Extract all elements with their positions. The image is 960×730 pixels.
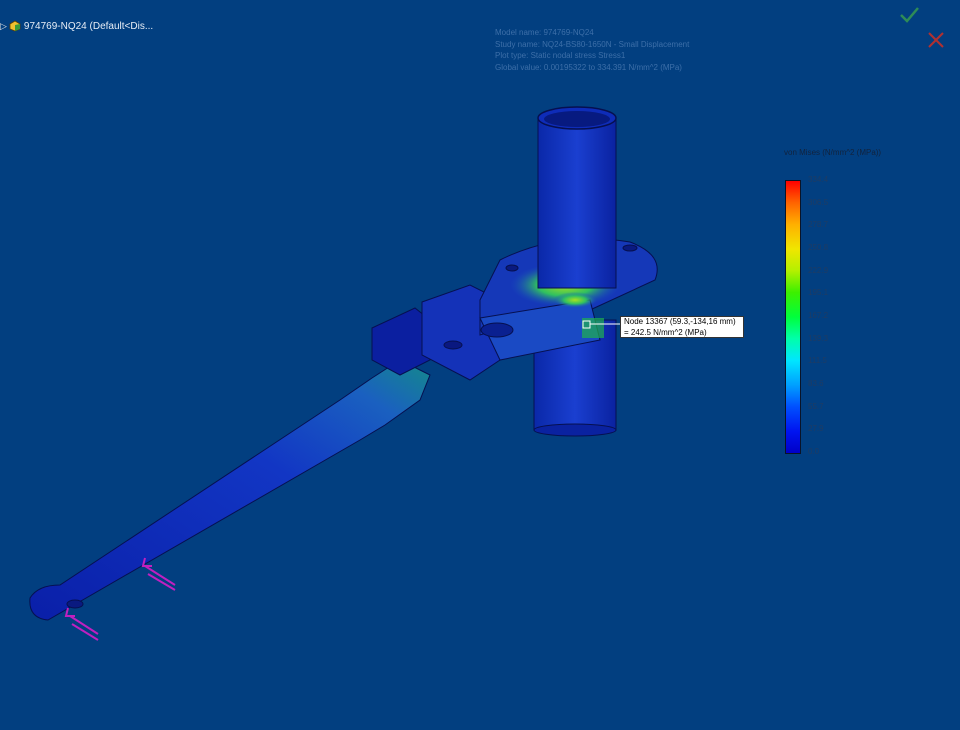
legend-color-bar (785, 180, 801, 454)
model-name-text: Model name: 974769-NQ24 (495, 28, 594, 37)
legend-tick-label: 0.0 (808, 447, 820, 456)
cancel-button[interactable] (924, 28, 948, 52)
legend-tick-label: 111.5 (808, 356, 827, 366)
part-icon (9, 20, 21, 32)
legend-tick-label: 195.1 (808, 288, 829, 298)
global-value-text: Global value: 0.00195322 to 334.391 N/mm… (495, 62, 682, 72)
probe-value-text: = 242.5 N/mm^2 (MPa) (624, 327, 707, 337)
graphics-viewport[interactable]: ▷ 974769-NQ24 (Default<Dis... Model name… (0, 0, 960, 730)
stress-legend[interactable]: von Mises (N/mm^2 (MPa)) 334.4 306.5 278.7… (770, 148, 930, 468)
legend-tick-label: 222.9 (808, 265, 829, 275)
check-icon (900, 7, 919, 23)
part-name[interactable]: 974769-NQ24 (Default<Dis... (24, 21, 153, 32)
study-info: Model name: 974769-NQ24 Study name: NQ24… (495, 27, 689, 73)
legend-tick-label: 55.7 (808, 401, 824, 411)
expand-arrow-icon[interactable]: ▷ (0, 21, 7, 32)
legend-tick-label: 167.2 (808, 311, 829, 320)
probe-result-tooltip[interactable]: Node 13367 (59.3,-134,16 mm) = 242.5 N/m… (620, 316, 744, 338)
legend-tick-label: 278.7 (808, 220, 829, 230)
close-icon (928, 32, 944, 48)
plot-type-text: Plot type: Static nodal stress Stress1 (495, 51, 626, 60)
legend-tick-label: 306.5 (808, 197, 829, 207)
probe-node-text: Node 13367 (59.3,-134,16 mm) (624, 317, 736, 326)
lever-arm (29, 359, 431, 621)
legend-tick-label: 334.4 (808, 175, 829, 184)
confirm-button[interactable] (897, 3, 921, 27)
legend-title: von Mises (N/mm^2 (MPa)) (784, 148, 882, 157)
legend-tick-label: 83.6 (808, 379, 824, 388)
study-name-text: Study name: NQ24-BS80-1650N - Small Disp… (495, 39, 690, 49)
legend-tick-label: 139.3 (808, 333, 829, 343)
tube-upper (537, 106, 617, 289)
feature-tree-flyout[interactable]: ▷ 974769-NQ24 (Default<Dis... (0, 18, 153, 34)
legend-tick-label: 250.8 (808, 243, 829, 252)
legend-tick-label: 27.9 (808, 424, 824, 434)
